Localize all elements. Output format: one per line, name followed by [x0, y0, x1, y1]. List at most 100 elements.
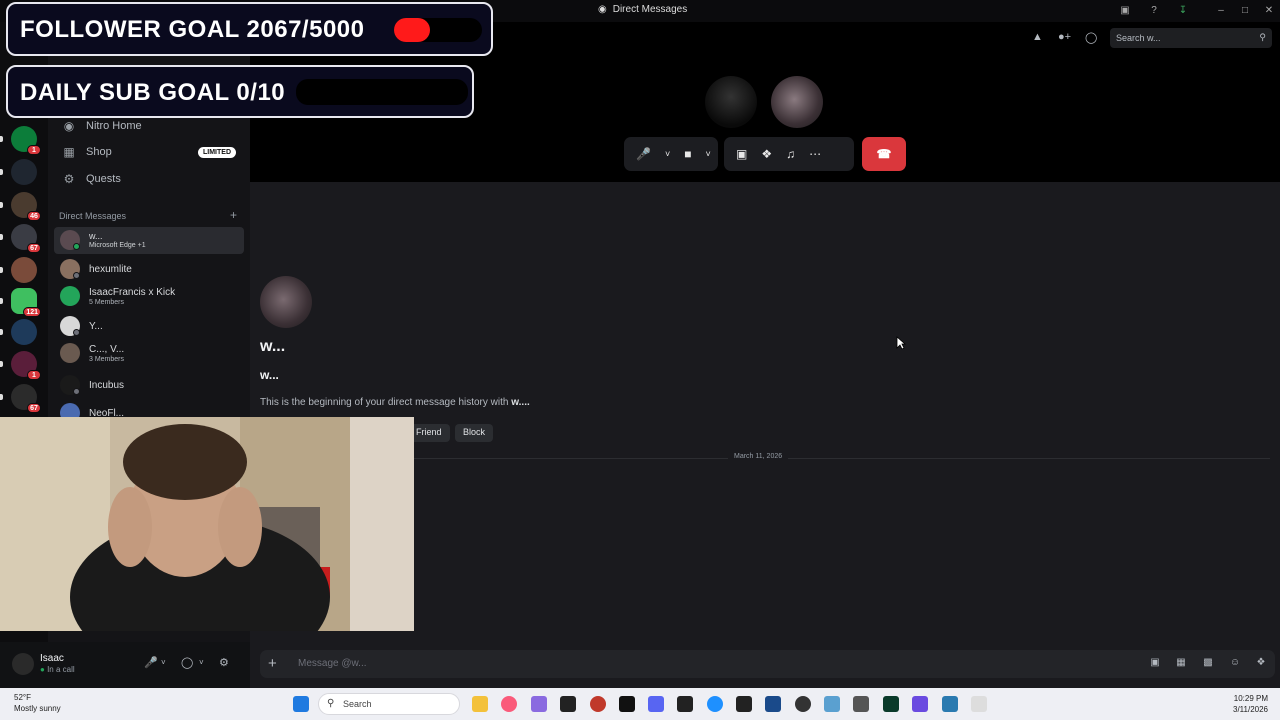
chevron-down-icon[interactable]: ˅	[199, 658, 204, 667]
sticker-icon[interactable]: ▩	[1201, 656, 1215, 670]
status-offline-icon	[73, 329, 80, 336]
call-actions: ▣ ❖ ♫ ⋯	[724, 137, 854, 171]
server-icon[interactable]: 46	[11, 192, 41, 221]
chevron-down-icon[interactable]: ˅	[161, 658, 166, 667]
sub-goal-bar	[296, 79, 468, 105]
follower-goal-overlay: FOLLOWER GOAL 2067/5000	[6, 2, 493, 56]
chevron-down-icon[interactable]: ˅	[705, 149, 710, 159]
server-icon[interactable]: 1	[11, 351, 41, 380]
add-attachment-icon[interactable]: +	[268, 655, 277, 672]
server-icon[interactable]	[11, 159, 37, 185]
call-of-duty-icon[interactable]	[736, 696, 752, 712]
edge-icon[interactable]	[707, 696, 723, 712]
settings-gear-icon[interactable]: ⚙	[219, 656, 229, 669]
limited-badge: LIMITED	[198, 146, 236, 158]
dm-item-active[interactable]: w... Microsoft Edge +1	[54, 227, 244, 254]
user-profile-icon[interactable]: ◯	[1085, 31, 1097, 44]
status-offline-icon	[73, 272, 80, 279]
gift-icon[interactable]: ▣	[1148, 656, 1162, 670]
file-explorer-icon[interactable]	[472, 696, 488, 712]
epic-games-icon[interactable]	[560, 696, 576, 712]
user-name: Isaac	[40, 653, 64, 664]
more-options-icon[interactable]: ⋯	[809, 147, 821, 161]
unread-pip	[0, 394, 3, 400]
windows-start-icon[interactable]	[293, 696, 309, 712]
capcut-alt-icon[interactable]	[677, 696, 693, 712]
participant-avatar[interactable]	[705, 76, 757, 128]
mouse-cursor-icon	[896, 336, 906, 350]
in-call-icon: ●	[40, 665, 45, 674]
pin-icon[interactable]: ▲	[1032, 31, 1043, 43]
dm-item[interactable]: Incubus	[54, 372, 244, 399]
snipping-tool-icon[interactable]	[824, 696, 840, 712]
dm-item[interactable]: C..., V... 3 Members	[54, 340, 244, 367]
end-call-button[interactable]: ☎	[862, 137, 906, 171]
nav-shop[interactable]: ▦ Shop LIMITED	[54, 140, 244, 164]
webcam-overlay	[0, 417, 414, 631]
maximize-icon[interactable]: □	[1238, 4, 1252, 18]
close-icon[interactable]: ✕	[1262, 4, 1276, 18]
activities-icon[interactable]: ❖	[761, 147, 772, 161]
minimize-icon[interactable]: –	[1214, 4, 1228, 18]
game-app-icon[interactable]	[531, 696, 547, 712]
dm-item[interactable]: IsaacFrancis x Kick 5 Members	[54, 283, 244, 310]
server-icon[interactable]	[11, 319, 37, 345]
capcut-icon[interactable]	[619, 696, 635, 712]
webcam-feed-image	[0, 417, 414, 631]
unread-pip	[0, 298, 3, 304]
group-avatar	[60, 286, 80, 306]
server-icon[interactable]: 1	[11, 126, 41, 155]
download-icon[interactable]: ↧	[1176, 4, 1190, 18]
server-icon[interactable]	[11, 257, 37, 283]
app-grid-icon[interactable]	[912, 696, 928, 712]
add-friends-icon[interactable]: ●+	[1058, 31, 1071, 43]
notepad-icon[interactable]	[971, 696, 987, 712]
server-icon[interactable]: 67	[11, 224, 41, 253]
friend-button[interactable]: Friend	[408, 424, 450, 442]
participant-avatar[interactable]	[771, 76, 823, 128]
taskbar-search[interactable]: ⚲ Search	[318, 693, 460, 715]
apps-icon[interactable]: ❖	[1254, 656, 1268, 670]
microphone-icon[interactable]: 🎤	[636, 147, 651, 161]
help-icon[interactable]: ?	[1147, 4, 1161, 18]
shop-icon: ▦	[63, 145, 75, 159]
g-hub-icon[interactable]	[795, 696, 811, 712]
discord-icon[interactable]	[648, 696, 664, 712]
chevron-down-icon[interactable]: ˅	[665, 149, 670, 159]
nav-quests[interactable]: ⚙ Quests	[54, 167, 244, 191]
clock[interactable]: 10:29 PM 3/11/2026	[1233, 693, 1268, 715]
emoji-icon[interactable]: ☺	[1228, 656, 1242, 670]
screen-share-icon[interactable]: ▣	[736, 147, 747, 161]
dm-item[interactable]: hexumlite	[54, 256, 244, 283]
music-app-icon[interactable]	[501, 696, 517, 712]
server-icon[interactable]: 121	[11, 288, 41, 317]
message-input[interactable]: + Message @w... ▣ ▦ ▩ ☺ ❖	[260, 650, 1275, 678]
gif-icon[interactable]: ▦	[1174, 656, 1188, 670]
dm-item[interactable]: Y...	[54, 313, 244, 340]
search-icon: ⚲	[327, 698, 335, 709]
block-button[interactable]: Block	[455, 424, 494, 442]
user-panel: Isaac ● In a call 🎤 ˅ ◯ ˅ ⚙	[0, 642, 250, 688]
soundboard-icon[interactable]: ♫	[786, 147, 795, 161]
headphones-icon[interactable]: ◯	[181, 656, 193, 669]
chrome-icon[interactable]	[590, 696, 606, 712]
screen-share-icon[interactable]: ▣	[1118, 4, 1132, 18]
dm-section-header: Direct Messages	[59, 211, 127, 221]
avatar[interactable]	[12, 653, 34, 675]
server-icon[interactable]: 67	[11, 384, 41, 413]
microphone-icon[interactable]: 🎤	[144, 656, 158, 669]
app-icon[interactable]	[853, 696, 869, 712]
unread-pip	[0, 361, 3, 367]
camera-off-icon[interactable]: ■	[684, 147, 691, 161]
windows-taskbar: 52°F Mostly sunny ⚲ Search 10:29 PM 3/11…	[0, 688, 1280, 720]
search-input[interactable]: Search w... ⚲	[1110, 28, 1272, 48]
dm-user-avatar[interactable]	[260, 276, 312, 328]
weather-widget[interactable]: 52°F Mostly sunny	[14, 692, 61, 714]
battlenet-icon[interactable]	[765, 696, 781, 712]
create-dm-plus-icon[interactable]: +	[230, 208, 237, 222]
terminal-icon[interactable]	[883, 696, 899, 712]
photos-icon[interactable]	[942, 696, 958, 712]
status-online-icon	[73, 243, 80, 250]
unread-pip	[0, 267, 3, 273]
window-title: ◉ Direct Messages	[598, 4, 688, 15]
